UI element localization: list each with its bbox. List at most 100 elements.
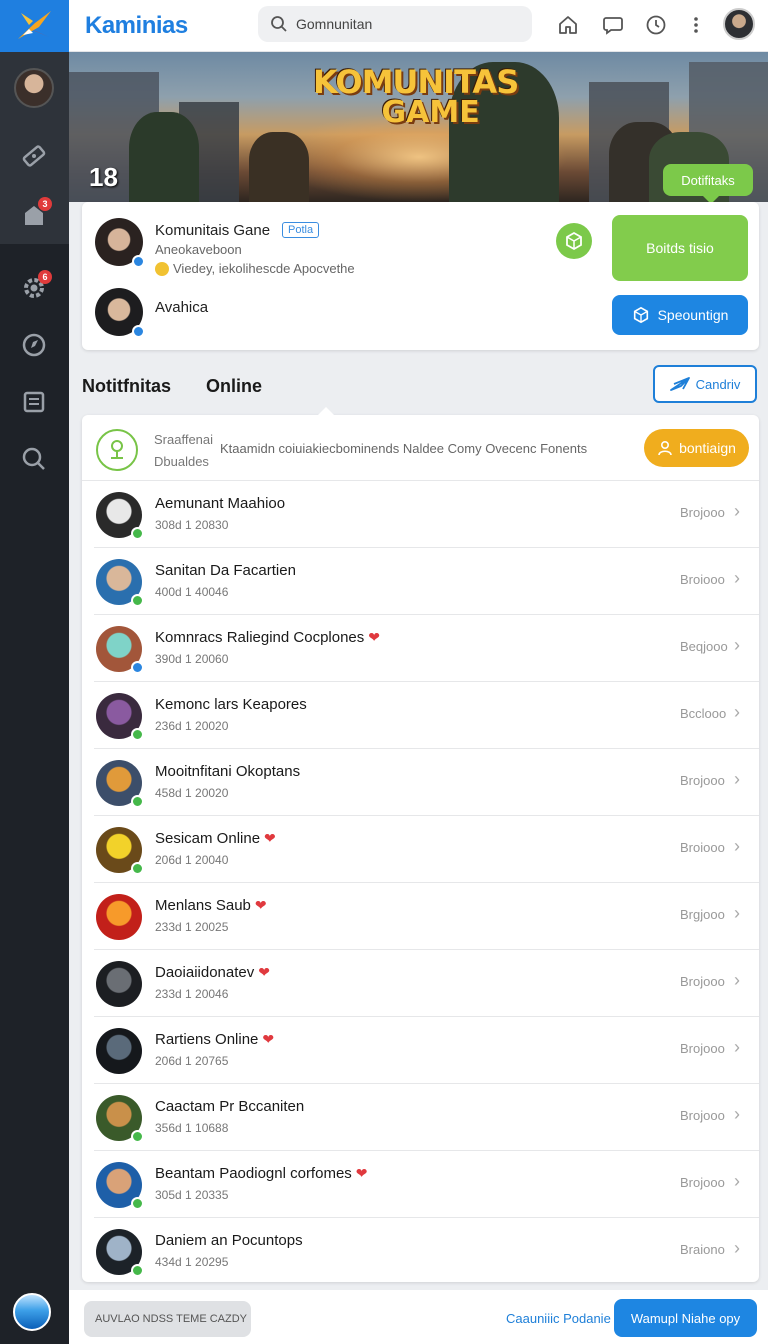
chevron-right-icon[interactable]: › <box>734 836 740 857</box>
footer-input[interactable] <box>84 1301 251 1337</box>
member-status: Broiooo <box>680 572 725 587</box>
avatar <box>96 1095 144 1143</box>
verified-icon <box>131 594 144 607</box>
filter-labels: Sraaffenai Dbualdes <box>154 432 214 469</box>
heart-icon: ❤ <box>254 897 267 913</box>
avatar <box>96 894 142 940</box>
chevron-right-icon[interactable]: › <box>734 501 740 522</box>
verified-icon <box>131 795 144 808</box>
list-item[interactable]: Rartiens Online ❤ 206d 1 20765 Brojooo › <box>94 1017 759 1084</box>
community-avatar[interactable] <box>95 218 145 268</box>
member-rows: Aemunant Maahioo 308d 1 20830 Brojooo › Sani… <box>94 481 759 1285</box>
speountign-button[interactable]: Speountign <box>612 295 748 335</box>
footer-primary-button[interactable]: Wamupl Niahe opy <box>614 1299 757 1337</box>
list-icon <box>23 391 45 413</box>
member-status: Brojooo <box>680 1108 725 1123</box>
candriv-button[interactable]: Candriv <box>653 365 757 403</box>
sidebar-item-list[interactable] <box>12 380 56 424</box>
banner-pill-button[interactable]: Dotifitaks <box>663 164 753 202</box>
more-menu-button[interactable] <box>681 10 711 40</box>
search-icon <box>271 16 287 32</box>
chevron-right-icon[interactable]: › <box>734 568 740 589</box>
primary-green-button[interactable]: Boitds tisio <box>612 215 748 281</box>
community-subtitle: Aneokaveboon <box>155 242 242 257</box>
sidebar-item-tickets[interactable] <box>12 134 56 178</box>
verified-icon <box>131 1130 144 1143</box>
chevron-right-icon[interactable]: › <box>734 702 740 723</box>
list-item[interactable]: Sanitan Da Facartien 400d 1 40046 Broiooo › <box>94 548 759 615</box>
user-avatar[interactable] <box>723 8 755 40</box>
list-item[interactable]: Daniem an Pocuntops 434d 1 20295 Braiono › <box>94 1218 759 1285</box>
sidebar-bottom-avatar[interactable] <box>13 1293 51 1331</box>
list-item[interactable]: Sesicam Online ❤ 206d 1 20040 Broiooo › <box>94 816 759 883</box>
community-card: Komunitais Gane Potla Aneokaveboon Viede… <box>82 202 759 350</box>
avatar <box>96 760 144 808</box>
hex-action-button[interactable] <box>556 223 592 259</box>
list-item[interactable]: Menlans Saub ❤ 233d 1 20025 Brgjooo › <box>94 883 759 950</box>
home-button[interactable] <box>553 10 583 40</box>
avatar <box>96 1162 144 1210</box>
sidebar-item-settings[interactable]: 6 <box>12 266 56 310</box>
list-item[interactable]: Mooitnfitani Okoptans 458d 1 20020 Brojooo… <box>94 749 759 816</box>
list-item[interactable]: Daoiaiidonatev ❤ 233d 1 20046 Brojooo › <box>94 950 759 1017</box>
notification-badge: 6 <box>38 270 52 284</box>
chevron-right-icon[interactable]: › <box>734 903 740 924</box>
search-bar[interactable] <box>258 6 532 42</box>
member-status: Beqjooo <box>680 639 728 654</box>
chevron-right-icon[interactable]: › <box>734 1104 740 1125</box>
sidebar-item-explore[interactable] <box>12 323 56 367</box>
home-icon <box>559 16 577 34</box>
member-name[interactable]: Avahica <box>155 299 208 316</box>
plane-icon <box>669 377 690 391</box>
app-brand[interactable]: Kaminias <box>85 12 188 40</box>
member-avatar[interactable] <box>95 288 145 338</box>
search-input[interactable] <box>296 16 516 32</box>
marker-icon <box>111 440 123 459</box>
chevron-right-icon[interactable]: › <box>734 1238 740 1259</box>
avatar <box>96 961 142 1007</box>
tab-online[interactable]: Online <box>206 376 262 397</box>
filter-row: Sraaffenai Dbualdes Ktaamidn coiuiakiecb… <box>82 415 759 481</box>
member-name: Caactam Pr Bccaniten <box>155 1098 305 1115</box>
avatar <box>96 626 144 674</box>
list-item[interactable]: Aemunant Maahioo 308d 1 20830 Brojooo › <box>94 481 759 548</box>
footer-link[interactable]: Caauniiic Podanie <box>506 1311 611 1326</box>
heart-icon: ❤ <box>258 964 270 980</box>
history-button[interactable] <box>641 10 671 40</box>
bontiaign-button[interactable]: bontiaign <box>644 429 749 467</box>
sidebar-item-store[interactable]: 3 <box>12 193 56 237</box>
member-meta: 390d 1 20060 <box>155 652 229 666</box>
chevron-right-icon[interactable]: › <box>734 635 740 656</box>
chevron-right-icon[interactable]: › <box>734 769 740 790</box>
list-item[interactable]: Caactam Pr Bccaniten 356d 1 10688 Brojooo › <box>94 1084 759 1151</box>
member-status: Brojooo <box>680 505 725 520</box>
search-icon <box>22 447 45 470</box>
community-name[interactable]: Komunitais Gane <box>155 222 270 239</box>
cube-icon <box>633 306 648 324</box>
tab-notifications[interactable]: Notitfnitas <box>82 376 171 397</box>
filter-button[interactable] <box>96 429 138 471</box>
avatar <box>96 559 144 607</box>
filter-description: Ktaamidn coiuiakiecbominends Naldee Comy… <box>220 441 588 456</box>
messages-button[interactable] <box>598 10 628 40</box>
member-status: Brgjooo <box>680 907 725 922</box>
member-name: Sanitan Da Facartien <box>155 562 296 579</box>
chevron-right-icon[interactable]: › <box>734 1171 740 1192</box>
app-logo[interactable] <box>0 0 69 52</box>
user-icon <box>658 440 672 456</box>
kebab-menu-icon <box>694 17 698 33</box>
list-item[interactable]: Kemonc lars Keapores 236d 1 20020 Bcclooo › <box>94 682 759 749</box>
list-item[interactable]: Komnracs Raliegind Cocplones ❤ 390d 1 2006… <box>94 615 759 682</box>
member-meta: 458d 1 20020 <box>155 786 229 800</box>
chevron-right-icon[interactable]: › <box>734 970 740 991</box>
sidebar-profile-avatar[interactable] <box>12 66 56 110</box>
sidebar-item-search[interactable] <box>12 437 56 481</box>
chevron-right-icon[interactable]: › <box>734 1037 740 1058</box>
avatar <box>96 827 144 875</box>
member-status: Bcclooo <box>680 706 727 721</box>
member-name: Menlans Saub ❤ <box>155 897 267 914</box>
member-name: Rartiens Online ❤ <box>155 1031 275 1048</box>
member-meta: 206d 1 20040 <box>155 853 229 867</box>
member-meta: 308d 1 20830 <box>155 518 229 532</box>
list-item[interactable]: Beantam Paodiognl corfomes ❤ 305d 1 20335 B… <box>94 1151 759 1218</box>
